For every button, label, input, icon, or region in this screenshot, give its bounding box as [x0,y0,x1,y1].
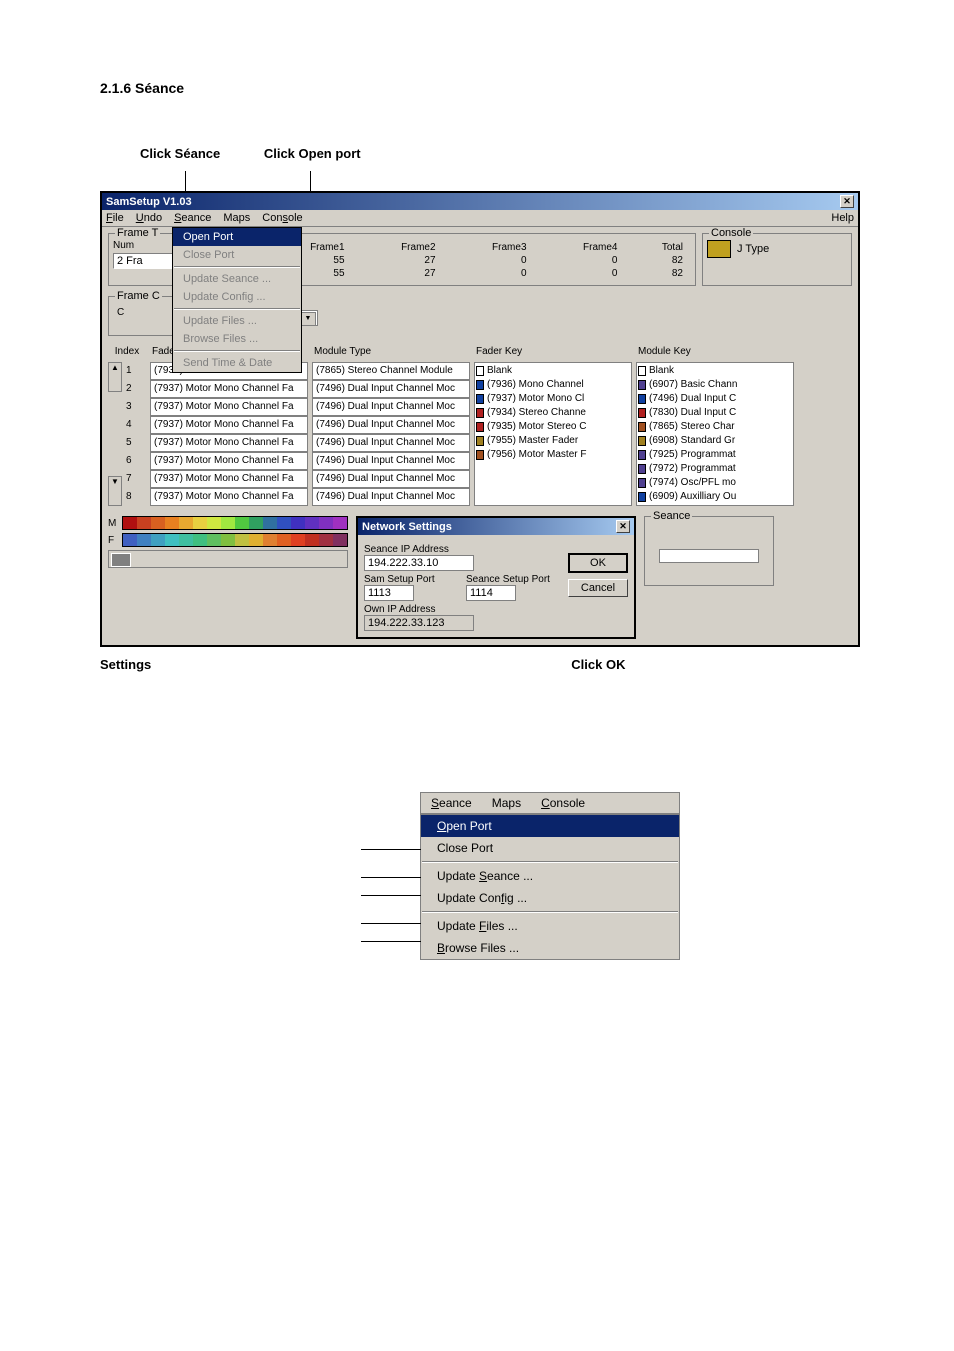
palette-m[interactable] [122,516,348,530]
fader-cell[interactable]: (7937) Motor Mono Channel Fa [150,416,308,434]
menu-help[interactable]: Help [831,212,854,224]
palette-f-label: F [108,535,122,546]
label-click-ok: Click OK [571,657,625,672]
seance-dropdown: Open Port Close Port Update Seance ... U… [172,227,302,373]
label-click-open-port: Click Open port [264,146,361,161]
frame-c-legend: Frame C [115,290,162,302]
frame-t-legend: Frame T [115,227,160,239]
console-legend: Console [709,227,753,239]
mini-tab-maps[interactable]: Maps [482,793,531,813]
menu-console[interactable]: Console [262,212,302,224]
section-heading: 2.1.6 Séance [100,80,854,96]
modulekey-header: Module Key [636,346,794,362]
sam-port-label: Sam Setup Port [364,574,460,585]
menu-item-update-config[interactable]: Update Config ... [173,288,301,306]
menu-file[interactable]: File [106,212,124,224]
module-cell[interactable]: (7496) Dual Input Channel Moc [312,470,470,488]
module-cell[interactable]: (7496) Dual Input Channel Moc [312,416,470,434]
module-cell[interactable]: (7496) Dual Input Channel Moc [312,380,470,398]
console-swatch [707,240,731,258]
menu-item-close-port[interactable]: Close Port [173,246,301,264]
progress-bar [659,549,759,563]
menu-maps[interactable]: Maps [223,212,250,224]
fader-cell[interactable]: (7937) Motor Mono Channel Fa [150,398,308,416]
scroll-up-icon[interactable]: ▲ [108,362,122,392]
module-cell[interactable]: (7865) Stereo Channel Module [312,362,470,380]
fader-cell[interactable]: (7937) Motor Mono Channel Fa [150,470,308,488]
module-cell[interactable]: (7496) Dual Input Channel Moc [312,488,470,506]
fader-cell[interactable]: (7937) Motor Mono Channel Fa [150,452,308,470]
close-icon[interactable]: ✕ [840,195,854,208]
menu-item-browse-files[interactable]: Browse Files ... [173,330,301,348]
titlebar[interactable]: SamSetup V1.03 ✕ [102,193,858,210]
own-ip-label: Own IP Address [364,604,562,615]
color-palette: M F [108,516,348,568]
mini-item-browse-files[interactable]: Browse Files ... [421,937,679,959]
mini-item-open-port[interactable]: Open Port [421,815,679,837]
mini-menubar: Seance Maps Console [420,792,680,814]
seance-port-input[interactable]: 1114 [466,585,516,601]
seance-box-legend: Seance [651,510,692,522]
console-type: J Type [737,243,769,255]
mini-item-update-files[interactable]: Update Files ... [421,915,679,937]
dialog-title: Network Settings [362,521,452,533]
sam-port-input[interactable]: 1113 [364,585,414,601]
menu-seance[interactable]: Seance [174,212,211,224]
menubar: File Undo Seance Maps Console Help [102,210,858,227]
mini-item-update-config[interactable]: Update Config ... [421,887,679,909]
palette-m-label: M [108,518,122,529]
index-header: Index [108,346,146,362]
module-header: Module Type [312,346,470,362]
seance-progress-group: Seance [644,516,774,586]
mini-tab-seance[interactable]: Seance [421,793,482,813]
mini-tab-console[interactable]: Console [531,793,595,813]
label-click-seance: Click Séance [140,146,220,161]
module-cell[interactable]: (7496) Dual Input Channel Moc [312,398,470,416]
ok-button[interactable]: OK [568,553,628,573]
modulekey-list[interactable]: Blank(6907) Basic Chann(7496) Dual Input… [636,362,794,506]
cancel-button[interactable]: Cancel [568,579,628,597]
seance-port-label: Seance Setup Port [466,574,562,585]
console-group: Console J Type [702,233,852,286]
samsetup-window: SamSetup V1.03 ✕ File Undo Seance Maps C… [100,191,860,647]
module-cell[interactable]: (7496) Dual Input Channel Moc [312,434,470,452]
fader-cell[interactable]: (7937) Motor Mono Channel Fa [150,380,308,398]
menu-item-update-files[interactable]: Update Files ... [173,312,301,330]
index-column: 1 2 3 4 5 6 7 8 [122,362,132,506]
menu-item-open-port[interactable]: Open Port [173,228,301,246]
faderkey-list[interactable]: Blank(7936) Mono Channel(7937) Motor Mon… [474,362,632,506]
seance-ip-label: Seance IP Address [364,544,562,555]
menu-item-update-seance[interactable]: Update Seance ... [173,270,301,288]
fader-cell[interactable]: (7937) Motor Mono Channel Fa [150,434,308,452]
menu-item-send-time[interactable]: Send Time & Date [173,354,301,372]
palette-slider[interactable] [108,550,348,568]
mini-item-close-port[interactable]: Close Port [421,837,679,859]
seance-ip-input[interactable]: 194.222.33.10 [364,555,474,571]
close-icon[interactable]: ✕ [616,520,630,533]
fader-cell[interactable]: (7937) Motor Mono Channel Fa [150,488,308,506]
own-ip-display: 194.222.33.123 [364,615,474,631]
mini-item-update-seance[interactable]: Update Seance ... [421,865,679,887]
network-settings-dialog: Network Settings ✕ Seance IP Address 194… [356,516,636,639]
faderkey-header: Fader Key [474,346,632,362]
label-settings: Settings [100,657,151,672]
mini-dropdown: Open Port Close Port Update Seance ... U… [420,814,680,960]
palette-f[interactable] [122,533,348,547]
scroll-down-icon[interactable]: ▼ [108,476,122,506]
module-cell[interactable]: (7496) Dual Input Channel Moc [312,452,470,470]
menu-undo[interactable]: Undo [136,212,162,224]
window-title: SamSetup V1.03 [106,196,192,208]
